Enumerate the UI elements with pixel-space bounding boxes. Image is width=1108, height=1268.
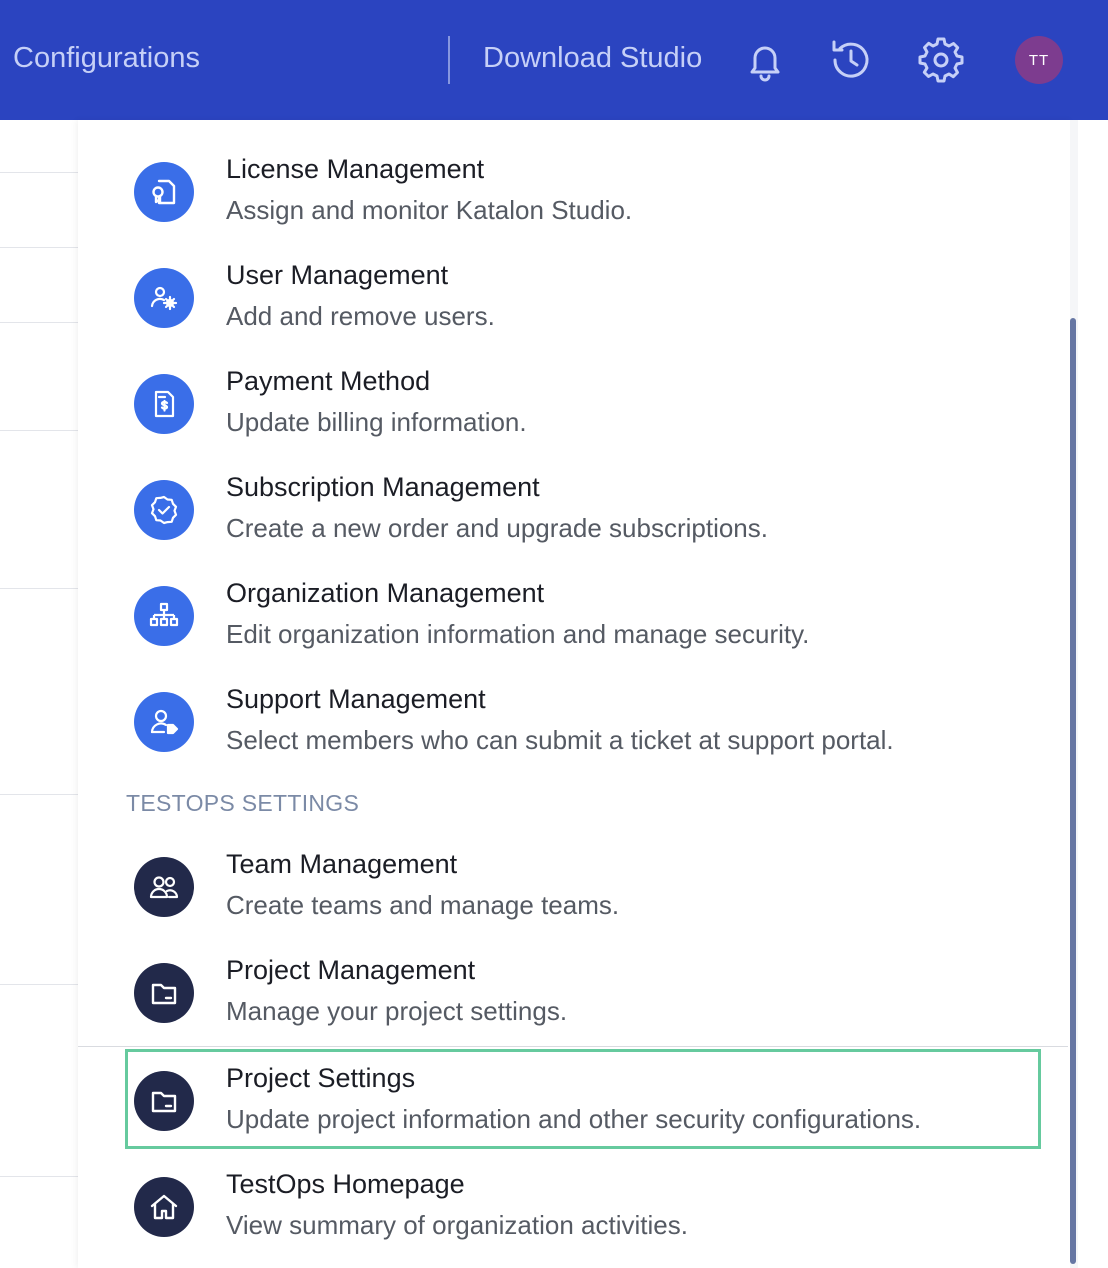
history-icon[interactable] [827,36,875,84]
menu-item-license-management[interactable]: License Management Assign and monitor Ka… [130,154,1050,262]
background-row-divider [0,430,78,431]
menu-item-support-management[interactable]: Support Management Select members who ca… [130,684,1050,792]
menu-item-title: Project Management [226,955,476,985]
menu-item-description: Update billing information. [226,407,527,437]
menu-item-title: Subscription Management [226,472,540,502]
folder-icon [134,963,194,1023]
background-page [0,120,78,1268]
menu-item-description: Update project information and other sec… [226,1104,922,1134]
gear-icon[interactable] [917,36,965,84]
menu-item-title: Team Management [226,849,458,879]
menu-item-title: Payment Method [226,366,431,396]
menu-item-title: Organization Management [226,578,545,608]
menu-item-project-management[interactable]: Project Management Manage your project s… [130,955,1050,1063]
background-row-divider [0,588,78,589]
menu-item-description: Create teams and manage teams. [226,890,620,920]
menu-item-title: Project Settings [226,1063,416,1093]
background-row-divider [0,984,78,985]
background-row-divider [0,172,78,173]
menu-item-title: TestOps Homepage [226,1169,465,1199]
users-gear-icon [134,268,194,328]
menu-item-description: Edit organization information and manage… [226,619,810,649]
testops-settings-heading: TESTOPS SETTINGS [126,790,360,816]
menu-item-project-settings[interactable]: Project Settings Update project informat… [130,1063,1050,1171]
menu-item-description: Create a new order and upgrade subscript… [226,513,768,543]
menu-item-payment-method[interactable]: Payment Method Update billing informatio… [130,366,1050,474]
background-row-divider [0,322,78,323]
background-row-divider [0,1176,78,1177]
top-navigation-bar: Configurations Download Studio TT [0,0,1108,120]
menu-item-testops-homepage[interactable]: TestOps Homepage View summary of organiz… [130,1169,1050,1268]
home-icon [134,1177,194,1237]
license-icon [134,162,194,222]
folder-icon [134,1071,194,1131]
invoice-icon [134,374,194,434]
scrollbar-thumb[interactable] [1070,318,1076,1264]
menu-item-description: Select members who can submit a ticket a… [226,725,894,755]
org-chart-icon [134,586,194,646]
download-studio-link[interactable]: Download Studio [483,42,702,75]
menu-item-title: License Management [226,154,485,184]
menu-item-team-management[interactable]: Team Management Create teams and manage … [130,849,1050,957]
background-row-divider [0,247,78,248]
menu-item-description: Assign and monitor Katalon Studio. [226,195,633,225]
user-tag-icon [134,692,194,752]
bell-icon[interactable] [741,36,789,84]
menu-item-description: View summary of organization activities. [226,1210,688,1240]
team-icon [134,857,194,917]
menu-item-title: User Management [226,260,449,290]
badge-check-icon [134,480,194,540]
nav-divider [448,36,450,84]
menu-item-title: Support Management [226,684,486,714]
background-row-divider [0,794,78,795]
configurations-link[interactable]: Configurations [13,42,200,75]
menu-item-organization-management[interactable]: Organization Management Edit organizatio… [130,578,1050,686]
menu-separator [78,1046,1068,1047]
menu-item-user-management[interactable]: User Management Add and remove users. [130,260,1050,368]
menu-item-description: Manage your project settings. [226,996,568,1026]
menu-item-description: Add and remove users. [226,301,495,331]
user-avatar[interactable]: TT [1015,36,1063,84]
menu-item-subscription-management[interactable]: Subscription Management Create a new ord… [130,472,1050,580]
